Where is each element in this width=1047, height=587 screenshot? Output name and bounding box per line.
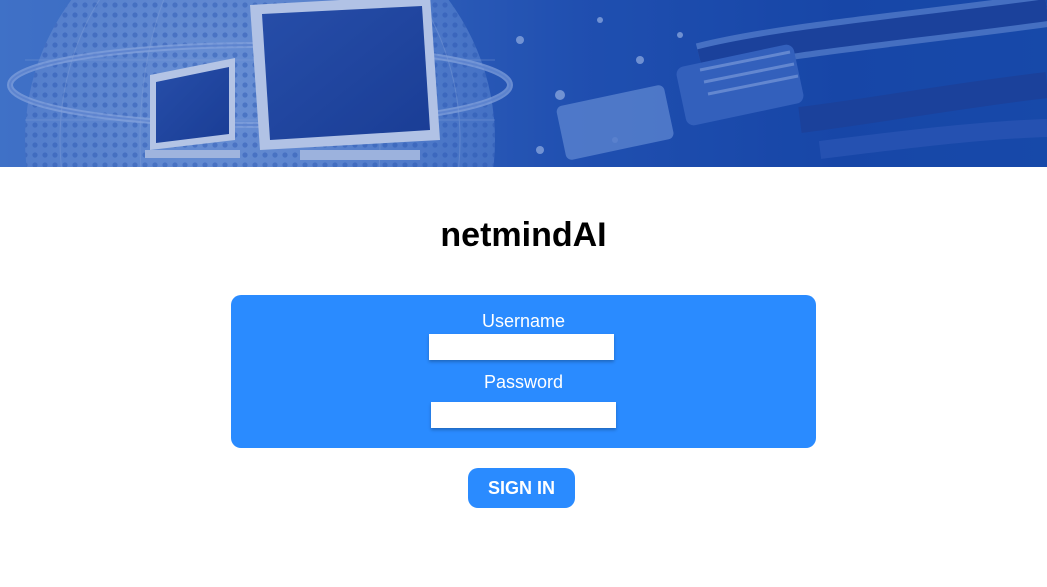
username-label: Username — [481, 311, 566, 331]
app-title: netmindAI — [440, 216, 607, 254]
login-form-panel: Username Password — [231, 295, 816, 448]
login-page: netmindAI Username Password SIGN IN — [0, 0, 1047, 587]
network-banner-image — [0, 0, 1047, 167]
hero-banner — [0, 0, 1047, 167]
username-input[interactable] — [429, 334, 614, 360]
password-input[interactable] — [431, 402, 616, 428]
password-label: Password — [483, 372, 564, 392]
sign-in-button[interactable]: SIGN IN — [468, 468, 575, 508]
